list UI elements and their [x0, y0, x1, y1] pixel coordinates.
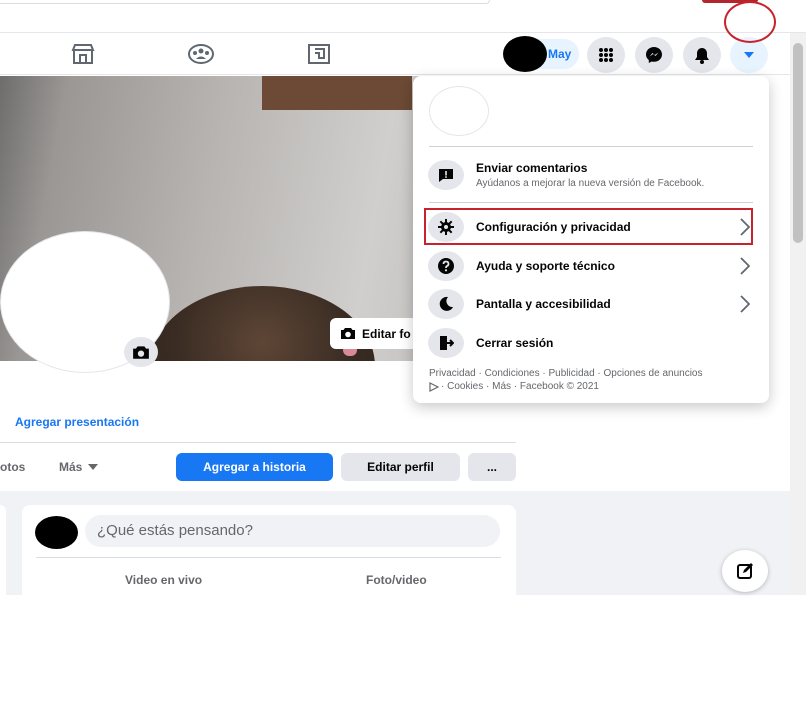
- chevron-right-icon: [740, 295, 750, 313]
- add-story-label: Agregar a historia: [203, 460, 306, 474]
- logout-icon: [428, 328, 464, 358]
- browser-top-strip: [0, 0, 806, 33]
- profile-camera-button[interactable]: [124, 337, 158, 367]
- add-bio-link[interactable]: Agregar presentación: [15, 415, 139, 429]
- user-name: May: [548, 47, 572, 61]
- compose-icon: [737, 563, 753, 579]
- avatar: [35, 516, 78, 549]
- gaming-icon[interactable]: [304, 41, 334, 67]
- tab-more-label: Más: [59, 460, 83, 474]
- left-card: [0, 505, 6, 595]
- menu-grid-icon[interactable]: [587, 37, 625, 73]
- moon-icon: [428, 289, 464, 319]
- menu-divider: [429, 146, 753, 147]
- tab-photos[interactable]: otos: [0, 460, 25, 474]
- new-message-button[interactable]: [722, 550, 768, 592]
- tabs-divider: [0, 442, 516, 443]
- add-story-button[interactable]: Agregar a historia: [176, 453, 333, 481]
- menu-item-display-accessibility[interactable]: Pantalla y accesibilidad: [423, 287, 756, 321]
- help-icon: [428, 251, 464, 281]
- photo-video-button[interactable]: Foto/video: [366, 573, 427, 587]
- chevron-down-icon: [88, 464, 99, 470]
- edit-cover-label: Editar fo: [362, 326, 411, 341]
- edit-profile-label: Editar perfil: [367, 460, 434, 474]
- whats-on-your-mind-input[interactable]: ¿Qué estás pensando?: [85, 515, 500, 547]
- menu-item-feedback[interactable]: Enviar comentarios Ayúdanos a mejorar la…: [423, 156, 756, 194]
- post-composer: ¿Qué estás pensando? Video en vivo Foto/…: [22, 505, 516, 595]
- tab-more[interactable]: Más: [59, 460, 99, 474]
- avatar[interactable]: [503, 36, 547, 72]
- more-options-button[interactable]: ...: [468, 453, 516, 481]
- feedback-icon: [428, 160, 464, 190]
- camera-icon: [341, 328, 355, 339]
- feedback-title: Enviar comentarios: [476, 161, 588, 175]
- more-options-label: ...: [486, 460, 497, 474]
- search-bar-edge: [0, 0, 490, 4]
- logout-label: Cerrar sesión: [476, 336, 554, 350]
- cover-door: [262, 76, 412, 110]
- composer-divider: [36, 557, 501, 558]
- menu-item-help-support[interactable]: Ayuda y soporte técnico: [423, 249, 756, 283]
- camera-icon: [133, 345, 149, 359]
- menu-divider: [429, 202, 753, 203]
- facebook-navbar: May: [0, 33, 790, 75]
- scrollbar[interactable]: [790, 33, 806, 595]
- chevron-right-icon: [740, 257, 750, 275]
- menu-profile-avatar[interactable]: [429, 86, 489, 136]
- scrollbar-thumb[interactable]: [793, 43, 803, 243]
- menu-item-logout[interactable]: Cerrar sesión: [423, 326, 756, 360]
- edit-profile-button[interactable]: Editar perfil: [341, 453, 460, 481]
- adchoices-icon: [429, 381, 439, 392]
- notifications-icon[interactable]: [683, 37, 721, 73]
- annotation-ring: [724, 1, 776, 43]
- messenger-icon[interactable]: [635, 37, 673, 73]
- menu-footer-links: Privacidad · Condiciones · Publicidad · …: [429, 367, 759, 393]
- help-support-label: Ayuda y soporte técnico: [476, 259, 615, 273]
- footer-line-1[interactable]: Privacidad · Condiciones · Publicidad · …: [429, 367, 759, 380]
- marketplace-icon[interactable]: [68, 41, 98, 67]
- footer-line-2[interactable]: · Cookies · Más · Facebook © 2021: [441, 380, 599, 393]
- live-video-button[interactable]: Video en vivo: [125, 573, 202, 587]
- display-accessibility-label: Pantalla y accesibilidad: [476, 297, 611, 311]
- feedback-subtitle: Ayúdanos a mejorar la nueva versión de F…: [476, 178, 705, 189]
- groups-icon[interactable]: [186, 41, 216, 67]
- annotation-highlight-box: [424, 208, 753, 245]
